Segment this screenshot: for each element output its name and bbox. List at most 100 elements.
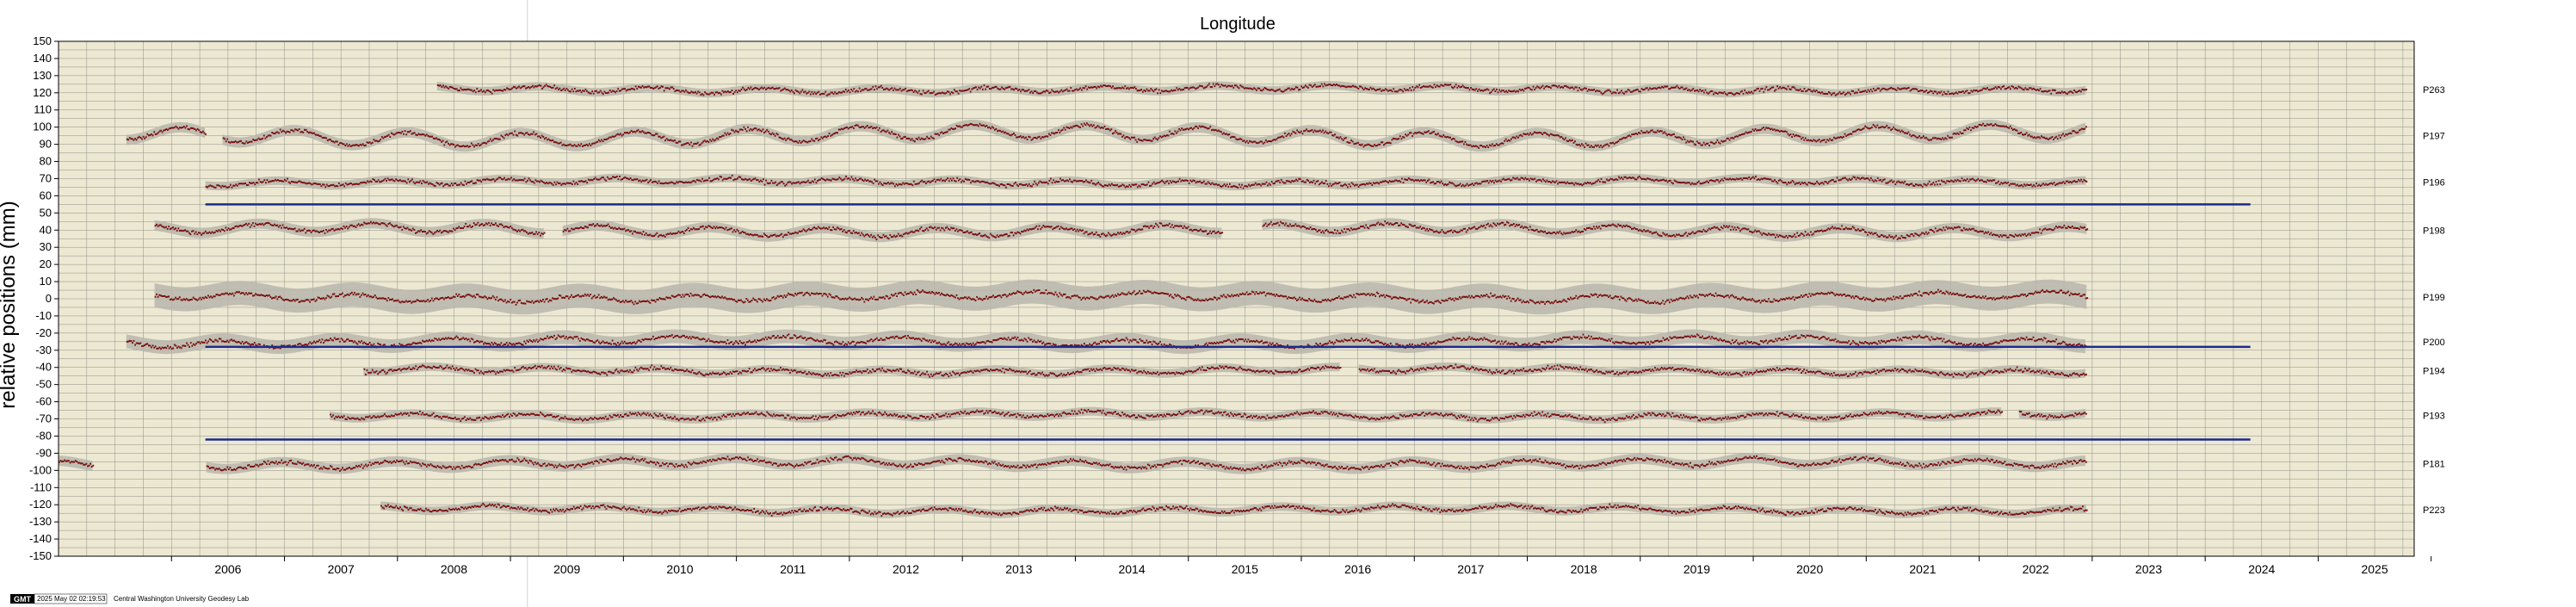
data-point-P196: [240, 183, 243, 185]
data-point-P263: [1544, 85, 1547, 88]
data-point-P197: [2041, 135, 2042, 138]
data-point-P263: [854, 90, 856, 93]
data-point-P198: [1104, 235, 1107, 238]
data-point-P197: [2084, 127, 2086, 130]
data-point-P196: [1486, 179, 1489, 182]
data-point-P197: [2008, 127, 2010, 129]
data-point-P263: [1225, 84, 1226, 87]
data-point-P263: [1772, 86, 1775, 89]
data-point-P196: [2011, 183, 2013, 185]
data-point-P197: [1219, 130, 1221, 133]
data-point-P196: [1291, 180, 1294, 182]
data-point-P198: [1285, 222, 1288, 225]
data-point-P197: [741, 128, 744, 131]
data-point-P197: [1705, 142, 1708, 145]
data-point-P263: [1777, 87, 1780, 90]
data-point-P197: [1804, 137, 1807, 139]
data-point-P196: [228, 186, 231, 188]
data-point-P197: [557, 142, 559, 145]
data-point-P196: [903, 183, 905, 185]
data-point-P197: [1636, 133, 1639, 135]
data-point-P263: [1996, 87, 1998, 90]
data-point-P263: [1758, 90, 1761, 92]
data-point-P197: [434, 138, 436, 140]
data-point-P263: [484, 91, 486, 94]
data-point-P197: [962, 125, 965, 127]
data-point-P196: [1554, 181, 1556, 183]
data-point-P263: [528, 86, 530, 89]
data-point-P196: [1235, 186, 1238, 189]
data-point-P197: [1613, 143, 1615, 146]
data-point-P263: [1942, 93, 1944, 96]
data-point-P196: [1215, 183, 1217, 185]
data-point-P196: [1436, 181, 1438, 183]
data-point-P198: [1269, 222, 1271, 225]
data-point-P196: [558, 183, 559, 184]
data-point-P198: [639, 232, 642, 234]
data-point-P197: [1018, 135, 1021, 138]
data-point-P263: [1739, 90, 1742, 93]
data-point-P263: [819, 93, 821, 96]
data-point-P196: [1269, 183, 1271, 186]
data-point-P263: [1558, 84, 1560, 87]
data-point-P197: [192, 127, 195, 130]
data-point-P198: [955, 228, 958, 231]
data-point-P197: [1914, 135, 1917, 138]
data-point-P197: [177, 127, 180, 130]
data-point-P197: [804, 140, 806, 143]
data-point-P263: [1511, 90, 1514, 93]
data-point-P196: [1981, 179, 1983, 182]
data-point-P196: [1067, 180, 1070, 183]
data-point-P196: [891, 182, 893, 184]
data-point-P197: [415, 133, 417, 136]
data-point-P197: [1327, 133, 1330, 134]
data-point-P196: [521, 179, 523, 181]
data-point-P196: [1274, 183, 1276, 184]
data-point-P196: [1689, 182, 1690, 184]
data-point-P196: [1840, 178, 1843, 181]
data-point-P263: [736, 91, 738, 94]
data-point-P196: [1954, 179, 1956, 182]
data-point-P263: [1454, 85, 1455, 88]
data-point-P197: [485, 142, 487, 145]
data-point-P263: [1986, 87, 1989, 90]
data-point-P263: [2019, 86, 2021, 89]
data-point-P263: [1471, 88, 1473, 90]
data-point-P196: [2081, 181, 2084, 183]
data-point-P196: [735, 178, 738, 181]
data-point-P263: [1681, 86, 1683, 89]
data-point-P197: [1243, 139, 1245, 142]
data-point-P196: [2059, 182, 2060, 184]
data-point-P263: [1677, 86, 1679, 89]
data-point-P263: [1244, 87, 1245, 90]
data-point-P196: [880, 183, 882, 185]
data-point-P198: [667, 232, 669, 235]
data-point-P263: [1706, 91, 1708, 94]
data-point-P196: [466, 183, 467, 185]
data-point-P196: [708, 177, 710, 179]
data-point-P263: [1890, 86, 1893, 89]
data-point-P263: [542, 86, 545, 89]
data-point-P197: [1811, 139, 1813, 142]
data-point-P196: [994, 183, 997, 185]
data-point-P263: [1066, 88, 1068, 90]
data-point-P198: [386, 225, 388, 227]
data-point-P196: [393, 180, 396, 183]
data-point-P196: [1484, 180, 1486, 183]
data-point-P196: [777, 183, 780, 185]
data-point-P197: [1560, 135, 1563, 138]
data-point-P263: [2024, 87, 2027, 90]
data-point-P196: [1986, 181, 1987, 183]
data-point-P198: [1266, 225, 1269, 227]
data-point-P196: [874, 178, 876, 181]
data-point-P198: [466, 226, 468, 228]
data-point-P196: [499, 177, 502, 179]
data-point-P196: [487, 178, 490, 181]
data-point-P197: [1405, 133, 1406, 136]
data-point-P198: [396, 224, 398, 226]
data-point-P198: [1186, 227, 1189, 230]
data-point-P196: [265, 182, 267, 184]
data-point-P196: [575, 182, 578, 183]
data-point-P198: [1121, 232, 1123, 235]
data-point-P197: [333, 141, 336, 144]
